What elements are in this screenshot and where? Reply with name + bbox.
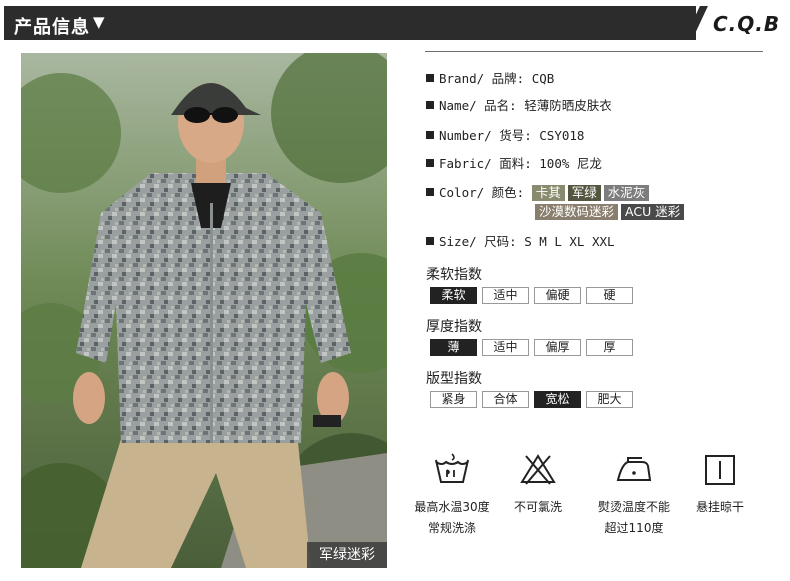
softness-option: 适中 xyxy=(482,287,529,304)
care-bleach: 不可氯洗 xyxy=(488,450,588,518)
photo-caption: 军绿迷彩 xyxy=(307,542,387,568)
no-bleach-icon xyxy=(520,454,556,485)
care-dry: 悬挂晾干 xyxy=(670,450,770,518)
thickness-option: 适中 xyxy=(482,339,529,356)
brand-logo: C.Q.B xyxy=(713,12,781,36)
care-text-line: 不可氯洗 xyxy=(513,500,562,514)
softness-index-title: 柔软指数 xyxy=(426,267,482,283)
bullet-square-icon xyxy=(426,74,434,82)
softness-option: 柔软 xyxy=(430,287,477,304)
thickness-index-title: 厚度指数 xyxy=(426,319,482,335)
spec-size: Size/ 尺码: S M L XL XXL xyxy=(426,231,615,250)
spec-label: Number/ 货号: xyxy=(439,128,532,143)
spec-label: Size/ 尺码: xyxy=(439,234,517,249)
care-text-line: 最高水温30度 xyxy=(414,500,490,514)
divider-line xyxy=(425,51,763,52)
spec-value: 100% 尼龙 xyxy=(539,156,602,171)
spec-label: Name/ 品名: xyxy=(439,98,517,113)
spec-value: S M L XL XXL xyxy=(524,234,615,249)
section-title: 产品信息 xyxy=(14,17,90,38)
softness-option: 偏硬 xyxy=(534,287,581,304)
spec-color: Color/ 颜色: 卡其 军绿 水泥灰 xyxy=(426,182,652,201)
care-wash: 最高水温30度 常规洗涤 xyxy=(402,450,502,539)
thickness-option: 厚 xyxy=(586,339,633,356)
wash-30-icon xyxy=(435,453,469,483)
thickness-option: 薄 xyxy=(430,339,477,356)
fit-option: 合体 xyxy=(482,391,529,408)
care-text-line: 超过110度 xyxy=(604,521,664,535)
bullet-square-icon xyxy=(426,188,434,196)
bullet-square-icon xyxy=(426,131,434,139)
caret-down-icon: ▼ xyxy=(93,13,105,31)
spec-label: Fabric/ 面料: xyxy=(439,156,532,171)
spec-color-row2: 沙漠数码迷彩 ACU 迷彩 xyxy=(535,204,687,220)
care-iron: 熨烫温度不能 超过110度 xyxy=(584,450,684,539)
header-bar xyxy=(4,6,696,40)
iron-icon xyxy=(616,457,652,481)
hang-dry-icon xyxy=(705,455,735,485)
spec-value: CSY018 xyxy=(539,128,585,143)
spec-label: Brand/ 品牌: xyxy=(439,71,525,86)
spec-value: 轻薄防晒皮肤衣 xyxy=(524,98,612,113)
care-text-line: 常规洗涤 xyxy=(427,521,476,535)
product-photo: 军绿迷彩 xyxy=(21,53,387,568)
spec-brand: Brand/ 品牌: CQB xyxy=(426,68,554,87)
care-text-line: 悬挂晾干 xyxy=(695,500,744,514)
color-option-cement-grey[interactable]: 水泥灰 xyxy=(603,185,650,201)
fit-index-title: 版型指数 xyxy=(426,371,482,387)
care-text-line: 熨烫温度不能 xyxy=(597,500,670,514)
fit-option: 肥大 xyxy=(586,391,633,408)
spec-label: Color/ 颜色: xyxy=(439,185,525,200)
spec-name: Name/ 品名: 轻薄防晒皮肤衣 xyxy=(426,95,612,114)
thickness-option: 偏厚 xyxy=(534,339,581,356)
color-option-desert-digital-camo[interactable]: 沙漠数码迷彩 xyxy=(535,204,619,220)
softness-option: 硬 xyxy=(586,287,633,304)
spec-value: CQB xyxy=(531,71,555,86)
spec-number: Number/ 货号: CSY018 xyxy=(426,125,584,144)
section-header: 产品信息 ▼ C.Q.B xyxy=(0,0,790,44)
color-option-acu-camo[interactable]: ACU 迷彩 xyxy=(621,204,685,220)
model-photo-illustration xyxy=(21,53,387,568)
bullet-square-icon xyxy=(426,159,434,167)
color-option-khaki[interactable]: 卡其 xyxy=(531,185,565,201)
bullet-square-icon xyxy=(426,237,434,245)
fit-option: 宽松 xyxy=(534,391,581,408)
fit-option: 紧身 xyxy=(430,391,477,408)
bullet-square-icon xyxy=(426,101,434,109)
spec-fabric: Fabric/ 面料: 100% 尼龙 xyxy=(426,153,602,172)
color-option-army-green[interactable]: 军绿 xyxy=(567,185,601,201)
